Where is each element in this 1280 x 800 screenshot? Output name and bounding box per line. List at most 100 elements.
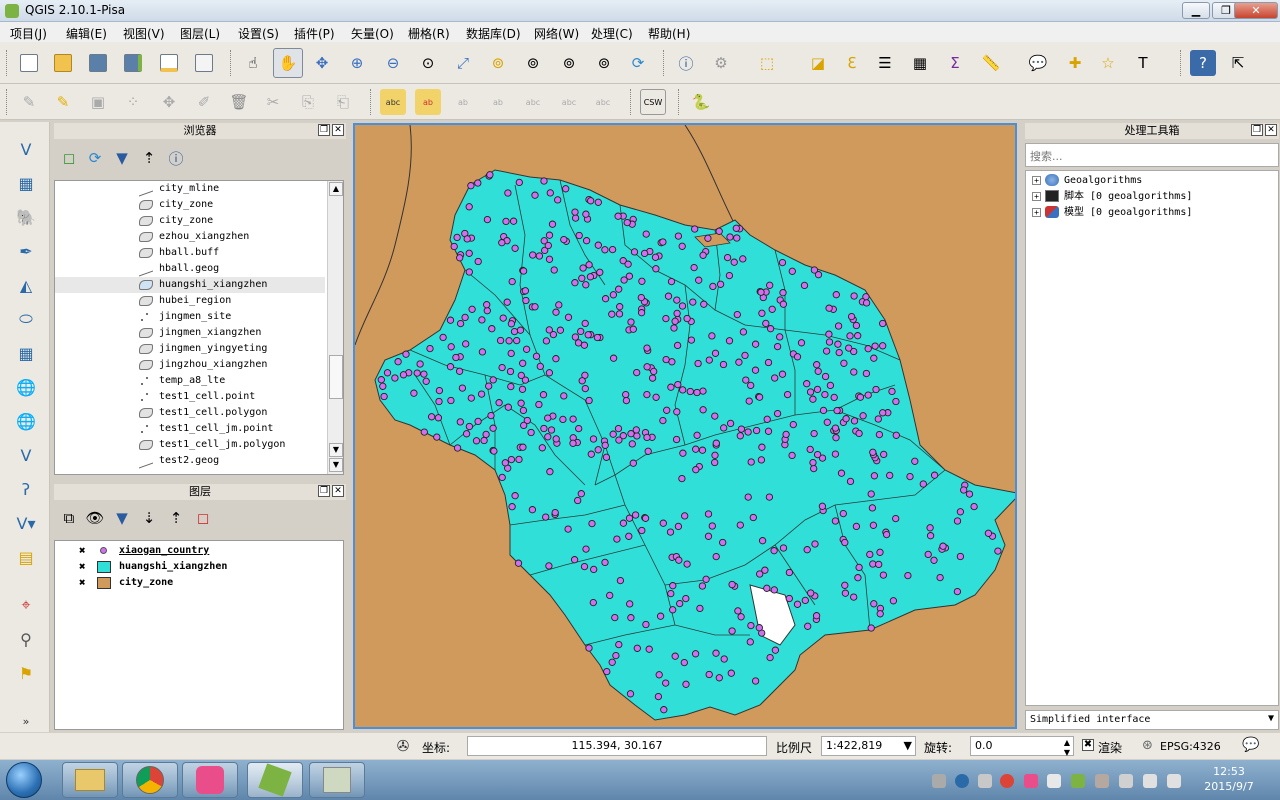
whats-this-icon[interactable]: ⇱	[1225, 50, 1251, 76]
expand-all-icon[interactable]: ⇣	[136, 505, 162, 531]
keyboard-icon[interactable]	[932, 774, 946, 788]
browser-item[interactable]: city_mline	[55, 181, 325, 197]
scroll-down-button[interactable]: ▼	[329, 443, 343, 457]
add-feature-icon[interactable]: ⁘	[120, 89, 146, 115]
new-shapefile-icon[interactable]: V▾	[12, 510, 40, 536]
add-wfs-layer-icon[interactable]: 🌐	[12, 408, 40, 434]
remove-layer-icon[interactable]: ◻	[190, 505, 216, 531]
refresh-icon[interactable]: ⟳	[625, 50, 651, 76]
filter-legend-icon[interactable]: ▼	[109, 505, 135, 531]
show-hide-labels-icon[interactable]: ab	[485, 89, 511, 115]
georeferencer-icon[interactable]: ⌖	[12, 592, 40, 618]
menu-raster[interactable]: 栅格(R)	[408, 25, 450, 42]
map-tips-icon[interactable]: 💬	[1025, 50, 1051, 76]
layer-visibility-checkbox[interactable]: ✖	[79, 561, 90, 573]
zoom-last-icon[interactable]: ⊚	[556, 50, 582, 76]
change-label-icon[interactable]: abc	[590, 89, 616, 115]
select-features-icon[interactable]: ⬚	[754, 50, 780, 76]
help-contents-icon[interactable]: ?	[1190, 50, 1216, 76]
add-group-icon[interactable]: ⧉	[56, 505, 82, 531]
new-project-icon[interactable]	[16, 50, 42, 76]
zoom-full-icon[interactable]: ⤢	[450, 50, 476, 76]
new-spatialite-icon[interactable]: ▤	[12, 544, 40, 570]
scroll-down-button[interactable]: ▼	[329, 458, 343, 472]
taskbar-app[interactable]	[182, 762, 238, 798]
enable-properties-icon[interactable]: ⓘ	[163, 145, 189, 171]
close-layers-button[interactable]: ✕	[332, 485, 344, 497]
add-vector-layer-icon[interactable]: V	[12, 136, 40, 162]
toggle-editing-icon[interactable]: ✎	[50, 89, 76, 115]
add-wcs-layer-icon[interactable]: 🌐	[12, 374, 40, 400]
zoom-next-icon[interactable]: ⊚	[591, 50, 617, 76]
browser-item[interactable]: city_zone	[55, 197, 325, 213]
map-canvas[interactable]	[353, 123, 1017, 729]
toolbar-gripper[interactable]	[370, 89, 373, 115]
browser-item[interactable]: test1_cell.point	[55, 389, 325, 405]
toolbar-gripper[interactable]	[663, 50, 666, 76]
tray-settings-icon[interactable]	[978, 774, 992, 788]
new-print-composer-icon[interactable]	[156, 50, 182, 76]
add-delimited-text-icon[interactable]: V	[12, 442, 40, 468]
browser-item[interactable]: city_zone	[55, 213, 325, 229]
processing-item-geoalgorithms[interactable]: + Geoalgorithms	[1032, 173, 1142, 189]
help-tray-icon[interactable]	[955, 774, 969, 788]
taskbar-qgis-browser[interactable]	[309, 762, 365, 798]
add-postgis-layer-icon[interactable]: 🐘	[12, 204, 40, 230]
menu-layer[interactable]: 图层(L)	[180, 25, 220, 42]
browser-scrollbar[interactable]: ▲ ▼ ▼	[327, 181, 343, 474]
delete-selected-icon[interactable]: 🗑	[226, 89, 252, 115]
menu-vector[interactable]: 矢量(O)	[351, 25, 394, 42]
menu-view[interactable]: 视图(V)	[123, 25, 165, 42]
undock-browser-button[interactable]: ❐	[318, 124, 330, 136]
add-mssql-layer-icon[interactable]: ◭	[12, 272, 40, 298]
composer-manager-icon[interactable]	[191, 50, 217, 76]
undock-processing-button[interactable]: ❐	[1251, 124, 1263, 136]
volume-icon[interactable]	[1167, 774, 1181, 788]
menu-edit[interactable]: 编辑(E)	[66, 25, 107, 42]
browser-item[interactable]: jingmen_yingyeting	[55, 341, 325, 357]
coordinate-capture-icon[interactable]: ⚑	[12, 660, 40, 686]
save-as-icon[interactable]	[120, 50, 146, 76]
run-feature-action-icon[interactable]: ⚙	[708, 50, 734, 76]
python-console-icon[interactable]: 🐍	[688, 89, 714, 115]
move-label-icon[interactable]: abc	[520, 89, 546, 115]
menu-database[interactable]: 数据库(D)	[466, 25, 521, 42]
add-raster-layer-icon[interactable]: ▦	[12, 170, 40, 196]
processing-mode-select[interactable]: Simplified interface ▼	[1025, 710, 1279, 730]
expand-icon[interactable]: +	[1032, 207, 1041, 217]
gps-tools-icon[interactable]: ⚲	[12, 626, 40, 652]
layer-item-city-zone[interactable]: ✖ city_zone	[55, 575, 343, 591]
toolbar-gripper[interactable]	[6, 50, 9, 76]
browser-item[interactable]: ezhou_xiangzhen	[55, 229, 325, 245]
pan-map-icon[interactable]: ✋	[273, 48, 303, 78]
zoom-to-layer-icon[interactable]: ⊚	[520, 50, 546, 76]
menu-project[interactable]: 项目(J)	[10, 25, 47, 42]
layer-item-xiaogan-country[interactable]: ✖ xiaogan_country	[55, 543, 343, 559]
add-virtual-layer-icon[interactable]: ʔ	[12, 476, 40, 502]
layer-visibility-checkbox[interactable]: ✖	[79, 577, 90, 589]
menu-settings[interactable]: 设置(S)	[238, 25, 279, 42]
messages-icon[interactable]: 💬	[1242, 737, 1259, 753]
deselect-features-icon[interactable]: ◪	[805, 50, 831, 76]
browser-item[interactable]: test1_cell_jm.polygon	[55, 437, 325, 453]
open-project-icon[interactable]	[50, 50, 76, 76]
identify-features-icon[interactable]: ⓘ	[673, 50, 699, 76]
save-layer-edits-icon[interactable]: ▣	[85, 89, 111, 115]
add-spatialite-layer-icon[interactable]: ✒	[12, 238, 40, 264]
taskbar-qgis[interactable]	[247, 762, 303, 798]
collapse-all-icon[interactable]: ⇡	[136, 145, 162, 171]
browser-item-selected[interactable]: huangshi_xiangzhen	[55, 277, 325, 293]
statistical-summary-icon[interactable]: Σ	[942, 50, 968, 76]
metasearch-icon[interactable]: CSW	[640, 89, 666, 115]
browser-item[interactable]: test2.geog	[55, 453, 325, 469]
filter-browser-icon[interactable]: ▼	[109, 145, 135, 171]
processing-tree[interactable]: + Geoalgorithms + 脚本 [0 geoalgorithms] + 模型…	[1025, 170, 1279, 706]
new-bookmark-icon[interactable]: ✚	[1062, 50, 1088, 76]
toolbar-gripper[interactable]	[230, 50, 233, 76]
menu-help[interactable]: 帮助(H)	[648, 25, 690, 42]
rotation-spinbox[interactable]: 0.0 ▲ ▼	[970, 736, 1074, 757]
toolbar-gripper[interactable]	[678, 89, 681, 115]
rotate-label-icon[interactable]: abc	[556, 89, 582, 115]
processing-search-input[interactable]: 搜索...	[1025, 143, 1279, 167]
layer-visibility-checkbox[interactable]: ✖	[79, 545, 90, 557]
